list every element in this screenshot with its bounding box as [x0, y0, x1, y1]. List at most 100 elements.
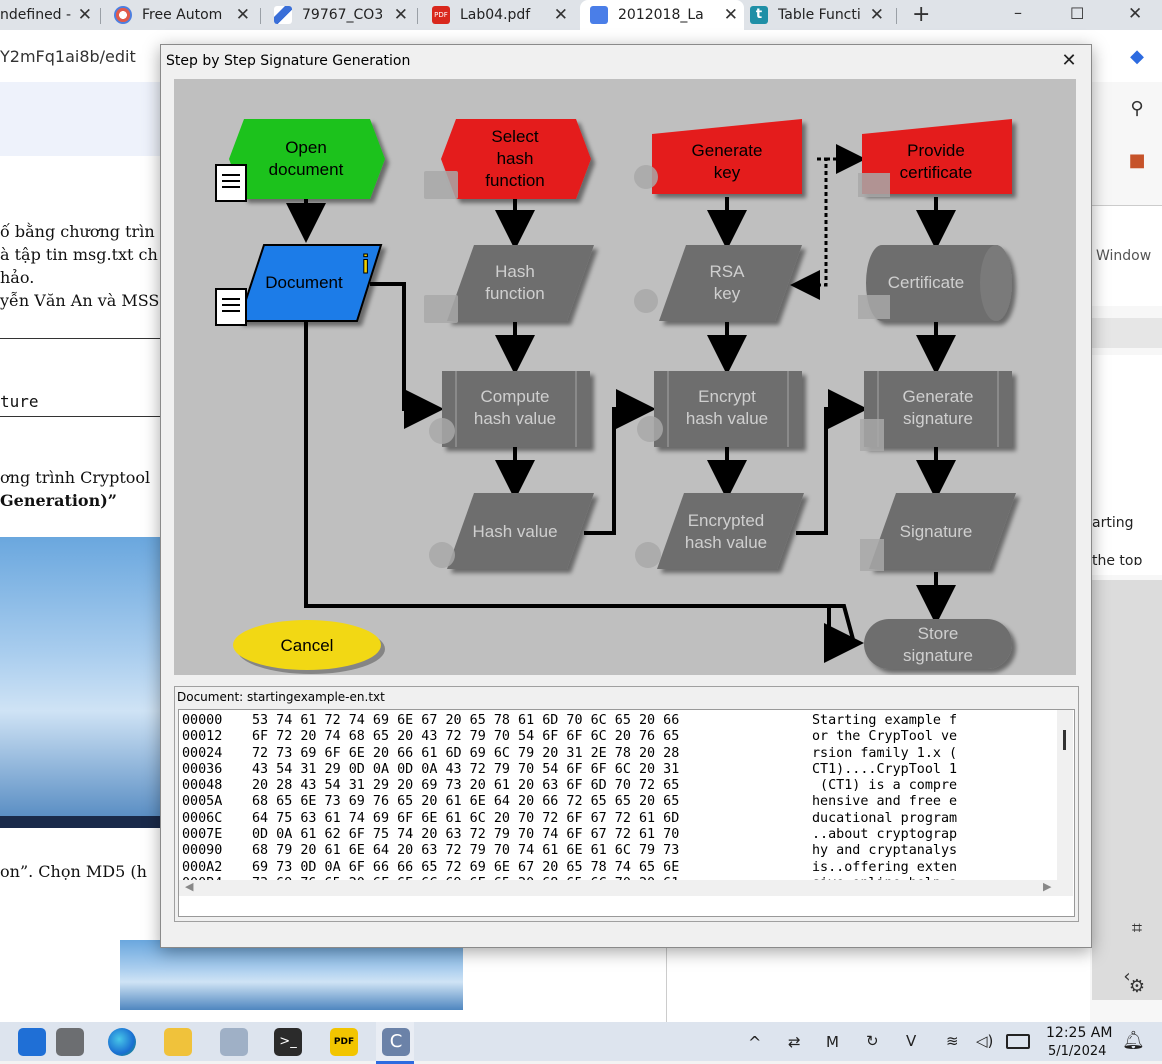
- notification-icon[interactable]: 🔔︎: [1122, 1030, 1145, 1051]
- doc-text-line: Generation)”: [0, 491, 117, 510]
- svg-text:Hash value: Hash value: [472, 522, 557, 541]
- tab-label: Lab04.pdf: [460, 7, 531, 23]
- close-icon[interactable]: ✕: [78, 5, 92, 25]
- terminal-icon[interactable]: >_: [274, 1028, 302, 1056]
- battery-icon[interactable]: [1006, 1034, 1030, 1049]
- certificate-icon: [858, 295, 890, 319]
- hex-offsets-column: 00000 00012 00024 00036 00048 0005A 0006…: [182, 713, 223, 891]
- svg-text:Document: Document: [265, 273, 343, 292]
- task-view-icon[interactable]: [56, 1028, 84, 1056]
- browser-tab-strip: ndefined - ✕ Free Autom ✕ 79767_CO3( ✕ P…: [0, 0, 1162, 30]
- svg-text:Cancel: Cancel: [281, 636, 334, 655]
- fingerprint-icon: [429, 542, 455, 568]
- tray-app-icon[interactable]: M: [826, 1033, 839, 1051]
- signature-generation-dialog: Step by Step Signature Generation ✕ Open…: [160, 44, 1092, 948]
- doc-text-line: ố bằng chương trìn: [0, 222, 155, 241]
- document-icon: [215, 164, 247, 202]
- browser-tab[interactable]: PDF Lab04.pdf ✕: [432, 0, 574, 30]
- close-window-button[interactable]: ✕: [1128, 4, 1142, 24]
- certificate-icon: [858, 173, 890, 197]
- close-icon[interactable]: ✕: [236, 5, 250, 25]
- tab-label: 2012018_La: [618, 7, 704, 23]
- pdf-icon: PDF: [432, 6, 450, 24]
- document-icon: [215, 288, 247, 326]
- doc-screenshot-image: [0, 537, 160, 827]
- document-icon: [860, 419, 884, 451]
- docs-icon: [590, 6, 608, 24]
- doc-text-line: à tập tin msg.txt ch: [0, 245, 158, 264]
- app-icon: [114, 6, 132, 24]
- url-input[interactable]: Y2mFq1ai8b/edit: [0, 47, 136, 66]
- tab-label: Free Autom: [142, 7, 223, 23]
- flow-canvas: Open document Select hash function Generate…: [174, 79, 1076, 675]
- encrypted-hash-shape: [657, 493, 804, 569]
- gear-icon[interactable]: ⚙: [1126, 976, 1148, 998]
- doc-code-heading: ture: [0, 392, 39, 411]
- window-icon: [424, 295, 458, 323]
- key-icon: [634, 289, 658, 313]
- tray-app-icon[interactable]: V: [906, 1032, 916, 1050]
- app-icon[interactable]: [220, 1028, 248, 1056]
- panel-text: the top: [1092, 553, 1143, 565]
- dialog-close-button[interactable]: ✕: [1056, 49, 1082, 73]
- minimize-button[interactable]: –: [1014, 3, 1022, 22]
- fingerprint-icon: [637, 416, 663, 442]
- horizontal-scrollbar[interactable]: ◀ ▶: [179, 880, 1073, 896]
- screenshot-icon[interactable]: ⌗: [1126, 918, 1148, 940]
- search-icon[interactable]: ⚲: [1126, 98, 1148, 120]
- start-icon[interactable]: [18, 1028, 46, 1056]
- close-icon[interactable]: ✕: [554, 5, 568, 25]
- browser-tab[interactable]: Free Autom ✕: [114, 0, 256, 30]
- maximize-button[interactable]: ☐: [1070, 4, 1084, 23]
- new-tab-button[interactable]: +: [912, 2, 930, 27]
- dialog-title: Step by Step Signature Generation: [166, 53, 411, 69]
- file-explorer-icon[interactable]: [164, 1028, 192, 1056]
- doc-text-line: ơng trình Cryptool: [0, 468, 151, 487]
- wifi-icon[interactable]: ≋: [946, 1032, 959, 1050]
- window-icon: [424, 171, 458, 199]
- document-hex-viewer: Document: startingexample-en.txt 00000 0…: [174, 686, 1079, 922]
- scrollbar-thumb[interactable]: [1063, 730, 1066, 750]
- doc-text-line: on”. Chọn MD5 (h: [0, 862, 147, 881]
- browser-tab[interactable]: 79767_CO3( ✕: [274, 0, 414, 30]
- chevron-up-icon[interactable]: ^: [748, 1033, 761, 1052]
- edge-icon[interactable]: [108, 1028, 136, 1056]
- signature-flowchart: Open document Select hash function Generate…: [215, 119, 1016, 674]
- tab-label: 79767_CO3(: [302, 7, 382, 23]
- hex-viewer-caption: Document: startingexample-en.txt: [177, 690, 385, 704]
- browser-tab[interactable]: t Table Functi ✕: [750, 0, 890, 30]
- open-document-shape: [229, 119, 385, 199]
- settings-toggle-icon[interactable]: ⇄: [788, 1033, 801, 1051]
- volume-icon[interactable]: ◁): [976, 1032, 993, 1050]
- browser-tab[interactable]: ndefined - ✕: [0, 0, 98, 30]
- doc-text-line: hảo.: [0, 268, 35, 287]
- sync-icon[interactable]: ↻: [866, 1032, 879, 1050]
- info-icon: i: [362, 249, 369, 279]
- copilot-icon[interactable]: ◆: [1126, 46, 1148, 68]
- doc-text-line: yễn Văn An và MSS: [0, 291, 160, 310]
- window-menu-label[interactable]: Window: [1096, 248, 1151, 264]
- pdf-app-icon[interactable]: PDF: [330, 1028, 358, 1056]
- cancel-button: Cancel: [233, 620, 385, 674]
- close-icon[interactable]: ✕: [870, 5, 884, 25]
- clock-time[interactable]: 12:25 AM: [1046, 1025, 1112, 1041]
- clock-date[interactable]: 5/1/2024: [1048, 1044, 1106, 1059]
- tab-label: ndefined -: [0, 7, 72, 23]
- svg-text:Certificate: Certificate: [888, 273, 965, 292]
- hex-dump-box[interactable]: 00000 00012 00024 00036 00048 0005A 0006…: [178, 709, 1075, 917]
- scroll-left-icon[interactable]: ◀: [185, 880, 193, 893]
- scroll-right-icon[interactable]: ▶: [1043, 880, 1051, 893]
- divider: [0, 416, 160, 417]
- hash-function-shape: [447, 245, 594, 321]
- doc-screenshot-image: [120, 940, 463, 1010]
- browser-tab-active[interactable]: 2012018_La ✕: [580, 0, 744, 30]
- tools-icon[interactable]: ■: [1126, 150, 1148, 172]
- tab-label: Table Functi: [778, 7, 861, 23]
- doc-header-band: [0, 82, 160, 156]
- hex-ascii-column: Starting example f or the CrypTool ve rs…: [812, 713, 958, 891]
- tab-favicon-icon: t: [750, 6, 768, 24]
- drive-icon: [274, 6, 292, 24]
- close-icon[interactable]: ✕: [724, 5, 738, 25]
- close-icon[interactable]: ✕: [394, 5, 408, 25]
- rsa-key-shape: [659, 245, 802, 321]
